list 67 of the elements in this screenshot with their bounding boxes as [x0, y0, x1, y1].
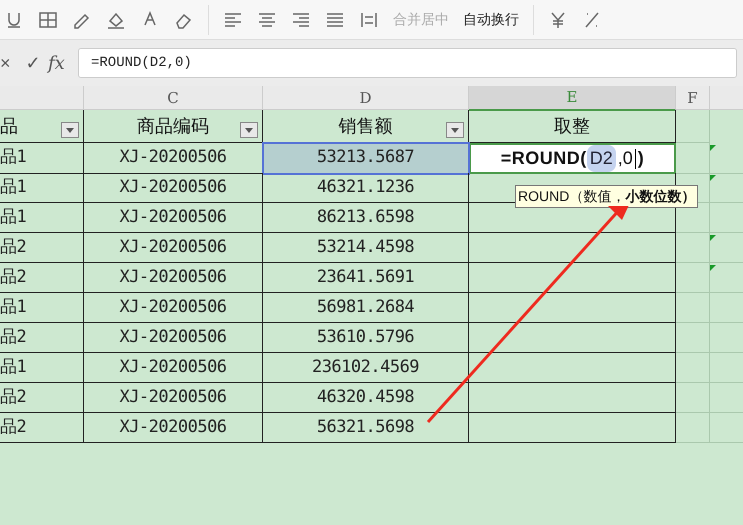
filter-button[interactable]: [240, 122, 258, 138]
table-cell-text: XJ-20200506: [119, 416, 227, 439]
formula-text: ): [638, 147, 644, 170]
dropdown-icon: [245, 128, 253, 132]
cancel-button[interactable]: ×: [0, 50, 18, 76]
table-cell-text: 56981.2684: [316, 296, 414, 319]
table-cell-text: XJ-20200506: [119, 206, 227, 229]
table-header-cell-text: 取整: [554, 114, 590, 138]
table-cell-text: 23641.5691: [316, 266, 414, 289]
table-cell-text: 品2: [0, 236, 26, 259]
align-center-icon[interactable]: [257, 10, 277, 28]
text-caret: [634, 148, 636, 168]
cell-reference: D2: [586, 145, 616, 172]
justify-icon[interactable]: [325, 10, 345, 28]
table-header-cell-text: 商品编码: [137, 114, 209, 138]
border-icon[interactable]: [38, 10, 58, 28]
table-cell-text: 品1: [0, 296, 26, 319]
table-cell-text: 品1: [0, 356, 26, 379]
table-cell-text: 品1: [0, 146, 26, 170]
column-header[interactable]: C: [84, 86, 263, 110]
function-button[interactable]: fx: [48, 50, 78, 76]
table-cell-text: XJ-20200506: [119, 266, 227, 289]
empty-cell: [676, 413, 710, 443]
function-tooltip: ROUND（数值，小数位数）: [515, 185, 698, 208]
editing-cell[interactable]: =ROUND( D2 ,0 ): [469, 143, 676, 174]
table-cell-text: XJ-20200506: [119, 176, 227, 199]
align-right-icon[interactable]: [291, 10, 311, 28]
table-cell-text: XJ-20200506: [119, 296, 227, 319]
table-cell-text: 品2: [0, 416, 26, 439]
formula-text: =ROUND(: [500, 147, 587, 170]
table-header-cell-text: 品: [0, 114, 18, 138]
table-cell-text: XJ-20200506: [119, 326, 227, 349]
table-cell-text: 品1: [0, 206, 26, 229]
table-cell-text: 46321.1236: [316, 176, 414, 199]
table-cell-text: 53214.4598: [316, 236, 414, 259]
table-cell-text: XJ-20200506: [119, 356, 227, 379]
column-header[interactable]: F: [676, 86, 710, 110]
table-cell-text: XJ-20200506: [119, 146, 227, 170]
empty-cell: [676, 323, 710, 353]
table-cell-text: 品2: [0, 266, 26, 289]
align-left-icon[interactable]: [223, 10, 243, 28]
formula-input[interactable]: =ROUND(D2,0): [78, 48, 737, 78]
empty-cell: [676, 383, 710, 413]
empty-cell: [676, 293, 710, 323]
table-header-cell-text: 销售额: [338, 114, 392, 138]
filter-button[interactable]: [61, 122, 79, 138]
empty-cell: [676, 110, 710, 143]
dropdown-icon: [66, 128, 74, 132]
table-cell-text: 46320.4598: [316, 386, 414, 409]
table-cell-text: 53610.5796: [316, 326, 414, 349]
table-cell-text: 品2: [0, 326, 26, 349]
table-cell-text: 品2: [0, 386, 26, 409]
table-cell-text: 56321.5698: [316, 416, 414, 439]
dropdown-icon: [451, 128, 459, 132]
table-cell-text: 53213.5687: [316, 146, 414, 170]
toolbar-button[interactable]: 自动换行: [463, 9, 519, 30]
fill-color-icon[interactable]: [106, 10, 126, 28]
confirm-button[interactable]: ✓: [18, 50, 48, 76]
table-cell-text: XJ-20200506: [119, 386, 227, 409]
formula-text: ,0: [616, 147, 634, 170]
distributed-icon[interactable]: [359, 10, 379, 28]
table-cell-text: 品1: [0, 176, 26, 199]
table-cell-text: XJ-20200506: [119, 236, 227, 259]
filter-button[interactable]: [446, 122, 464, 138]
table-cell-text: 236102.4569: [312, 356, 420, 379]
table-cell-text: 86213.6598: [316, 206, 414, 229]
empty-cell: [676, 353, 710, 383]
